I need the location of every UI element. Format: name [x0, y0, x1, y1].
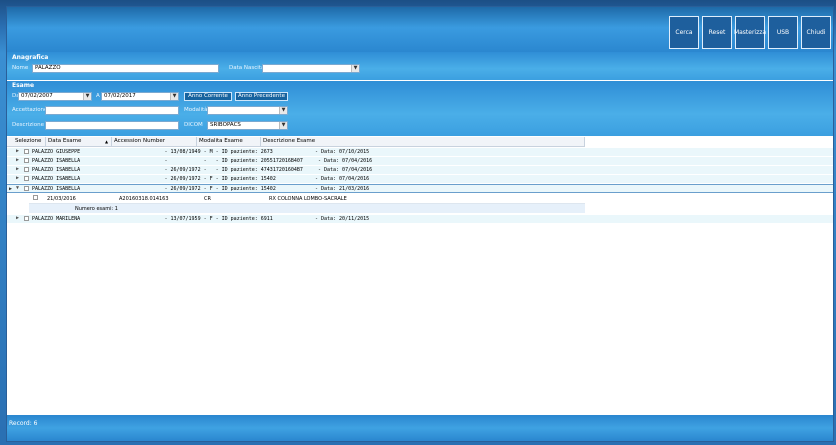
expand-icon[interactable]: ▶ — [16, 175, 19, 181]
da-date-value: 07/02/2007 — [21, 93, 53, 99]
anagrafica-panel: Anagrafica Nome PALAZZO Data Nascita ▼ — [7, 52, 833, 80]
row-text: PALAZZO ISABELLA - 26/09/1972 - F - ID p… — [32, 186, 370, 192]
row-checkbox[interactable] — [24, 167, 29, 172]
expand-icon[interactable]: ▶ — [16, 157, 19, 163]
a-label: A — [96, 93, 100, 99]
esame-title: Esame — [12, 82, 35, 89]
descrizione-label: Descrizione — [12, 122, 44, 128]
row-text: PALAZZO GIUSEPPE - 13/08/1949 - M - ID p… — [32, 149, 370, 155]
detail-checkbox[interactable] — [33, 195, 38, 200]
column-header-accession-number[interactable]: Accession Number — [114, 138, 165, 144]
anno-corrente-button[interactable]: Anno Corrente — [184, 92, 232, 101]
column-header-descrizione-esame[interactable]: Descrizione Esame — [263, 138, 315, 144]
sort-ascending-icon: ▲ — [105, 139, 109, 144]
toolbar: Cerca Reset Masterizza USB Chiudi — [7, 7, 833, 53]
row-checkbox[interactable] — [24, 216, 29, 221]
chevron-down-icon[interactable]: ▼ — [279, 122, 287, 129]
detail-modalita: CR — [204, 196, 211, 202]
app-window: Cerca Reset Masterizza USB Chiudi Anagra… — [6, 6, 834, 442]
column-header-modalita-esame[interactable]: Modalita Esame — [199, 138, 243, 144]
nome-input[interactable]: PALAZZO — [32, 64, 219, 73]
modalita-label: Modalità — [184, 107, 208, 113]
table-row[interactable]: ▶ PALAZZO ISABELLA - 26/09/1972 - F - ID… — [7, 175, 833, 183]
a-date-value: 07/02/2017 — [104, 93, 136, 99]
masterizza-button[interactable]: Masterizza — [734, 16, 766, 49]
dicom-label: DICOM — [184, 122, 203, 128]
row-checkbox[interactable] — [24, 176, 29, 181]
expand-icon[interactable]: ▶ — [16, 166, 19, 172]
reset-button[interactable]: Reset — [702, 16, 732, 49]
data-nascita-picker[interactable]: ▼ — [262, 64, 360, 73]
table-row[interactable]: ▶ PALAZZO ISABELLA - - - ID paziente: 20… — [7, 157, 833, 165]
table-row[interactable]: ▶ PALAZZO GIUSEPPE - 13/08/1949 - M - ID… — [7, 148, 833, 156]
table-row[interactable]: ▶ PALAZZO ISABELLA - 26/09/1972 - - ID p… — [7, 166, 833, 174]
detail-count: Numero esami: 1 — [75, 206, 118, 212]
row-checkbox[interactable] — [24, 186, 29, 191]
column-header-selezione[interactable]: Selezione — [15, 138, 41, 144]
table-row-selected[interactable]: ▶ ▼ PALAZZO ISABELLA - 26/09/1972 - F - … — [7, 184, 833, 193]
detail-descrizione: RX COLONNA LOMBO-SACRALE — [269, 196, 347, 202]
chevron-down-icon[interactable]: ▼ — [170, 93, 178, 100]
expand-icon[interactable]: ▶ — [16, 148, 19, 154]
modalita-select[interactable]: ▼ — [207, 106, 288, 115]
chevron-down-icon[interactable]: ▼ — [279, 107, 287, 114]
detail-row[interactable]: 21/03/2016 A20160318.014163 CR RX COLONN… — [29, 194, 585, 204]
row-text: PALAZZO ISABELLA - - - ID paziente: 2055… — [32, 158, 373, 164]
expand-icon[interactable]: ▶ — [16, 215, 19, 221]
accettazione-label: Accettazione — [12, 107, 48, 113]
cerca-button[interactable]: Cerca — [669, 16, 699, 49]
grid-header: Selezione Data Esame ▲ Accession Number … — [7, 137, 585, 147]
dicom-select[interactable]: SRIBOPACS ▼ — [207, 121, 288, 130]
column-header-data-esame[interactable]: Data Esame — [48, 138, 81, 144]
esame-panel: Esame Da 07/02/2007 ▼ A 07/02/2017 ▼ Ann… — [7, 81, 833, 136]
chevron-down-icon[interactable]: ▼ — [83, 93, 91, 100]
detail-accession-number: A20160318.014163 — [119, 196, 169, 202]
usb-button[interactable]: USB — [768, 16, 798, 49]
a-date-picker[interactable]: 07/02/2017 ▼ — [101, 92, 179, 101]
row-checkbox[interactable] — [24, 158, 29, 163]
chevron-down-icon[interactable]: ▼ — [351, 65, 359, 72]
row-checkbox[interactable] — [24, 149, 29, 154]
descrizione-input[interactable] — [45, 121, 179, 130]
row-text: PALAZZO ISABELLA - 26/09/1972 - F - ID p… — [32, 176, 370, 182]
table-row[interactable]: ▶ PALAZZO MARILENA - 13/07/1959 - F - ID… — [7, 215, 833, 223]
da-date-picker[interactable]: 07/02/2007 ▼ — [18, 92, 92, 101]
chiudi-button[interactable]: Chiudi — [801, 16, 831, 49]
nome-label: Nome — [12, 65, 29, 71]
accettazione-input[interactable] — [45, 106, 179, 115]
status-bar: Record: 6 — [7, 415, 833, 441]
current-row-indicator-icon: ▶ — [9, 186, 13, 192]
row-text: PALAZZO MARILENA - 13/07/1959 - F - ID p… — [32, 216, 370, 222]
record-count: Record: 6 — [9, 420, 38, 427]
results-grid: Selezione Data Esame ▲ Accession Number … — [7, 137, 833, 415]
data-nascita-label: Data Nascita — [229, 65, 265, 71]
collapse-icon[interactable]: ▼ — [16, 185, 19, 191]
detail-summary-row: Numero esami: 1 — [29, 204, 585, 213]
row-text: PALAZZO ISABELLA - 26/09/1972 - - ID paz… — [32, 167, 373, 173]
anagrafica-title: Anagrafica — [12, 54, 49, 61]
detail-data-esame: 21/03/2016 — [47, 196, 76, 202]
dicom-value: SRIBOPACS — [210, 122, 241, 128]
anno-precedente-button[interactable]: Anno Precedente — [235, 92, 288, 101]
